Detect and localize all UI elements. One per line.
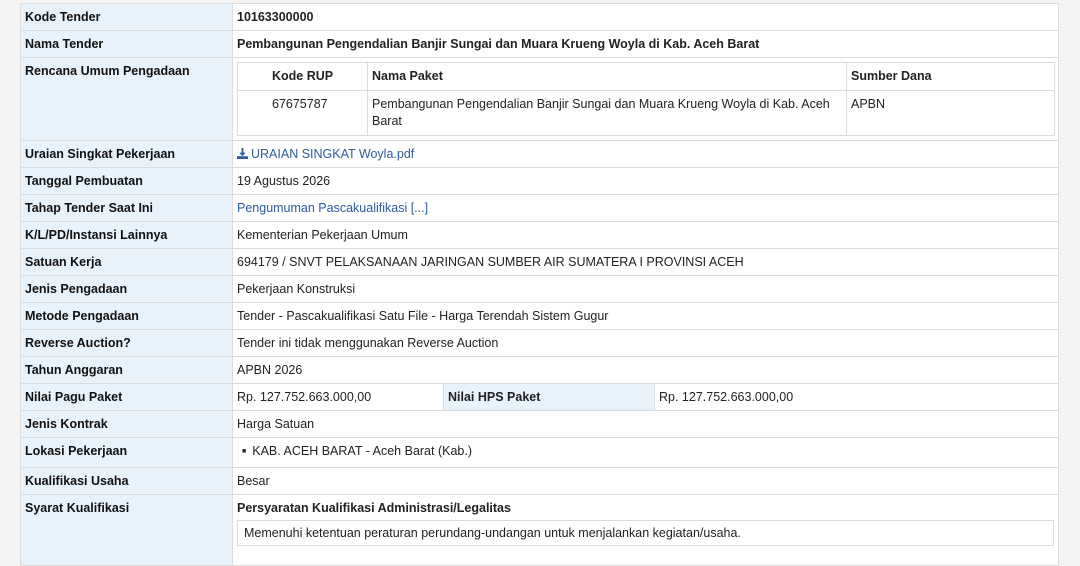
row-satker: Satuan Kerja 694179 / SNVT PELAKSANAAN J… xyxy=(20,248,1059,276)
row-lokasi: Lokasi Pekerjaan KAB. ACEH BARAT - Aceh … xyxy=(20,437,1059,468)
rup-header-kode: Kode RUP xyxy=(237,62,368,91)
label-nama-tender: Nama Tender xyxy=(20,30,233,58)
value-pagu-group: Rp. 127.752.663.000,00 Nilai HPS Paket R… xyxy=(232,383,1059,411)
uraian-file-name: URAIAN SINGKAT Woyla.pdf xyxy=(251,147,415,161)
row-jenis-pengadaan: Jenis Pengadaan Pekerjaan Konstruksi xyxy=(20,275,1059,303)
rup-data-row: 67675787 Pembangunan Pengendalian Banjir… xyxy=(237,90,1055,136)
label-jenis-pengadaan: Jenis Pengadaan xyxy=(20,275,233,303)
value-pagu: Rp. 127.752.663.000,00 xyxy=(233,384,444,410)
label-kualifikasi: Kualifikasi Usaha xyxy=(20,467,233,495)
label-satker: Satuan Kerja xyxy=(20,248,233,276)
row-tahun: Tahun Anggaran APBN 2026 xyxy=(20,356,1059,384)
lokasi-list: KAB. ACEH BARAT - Aceh Barat (Kab.) xyxy=(237,443,1054,462)
value-tanggal: 19 Agustus 2026 xyxy=(232,167,1059,195)
download-icon xyxy=(237,148,248,159)
value-metode: Tender - Pascakualifikasi Satu File - Ha… xyxy=(232,302,1059,330)
value-kontrak: Harga Satuan xyxy=(232,410,1059,438)
label-kontrak: Jenis Kontrak xyxy=(20,410,233,438)
label-pagu: Nilai Pagu Paket xyxy=(20,383,233,411)
label-metode: Metode Pengadaan xyxy=(20,302,233,330)
value-nama-tender: Pembangunan Pengendalian Banjir Sungai d… xyxy=(232,30,1059,58)
value-rup: Kode RUP Nama Paket Sumber Dana 67675787… xyxy=(232,57,1059,141)
label-rup: Rencana Umum Pengadaan xyxy=(20,57,233,141)
rup-header-sumber: Sumber Dana xyxy=(846,62,1055,91)
rup-header-nama: Nama Paket xyxy=(367,62,847,91)
row-rup: Rencana Umum Pengadaan Kode RUP Nama Pak… xyxy=(20,57,1059,141)
rup-kode: 67675787 xyxy=(237,90,368,136)
label-klpd: K/L/PD/Instansi Lainnya xyxy=(20,221,233,249)
rup-header-row: Kode RUP Nama Paket Sumber Dana xyxy=(237,62,1055,91)
value-syarat: Persyaratan Kualifikasi Administrasi/Leg… xyxy=(232,494,1059,566)
value-klpd: Kementerian Pekerjaan Umum xyxy=(232,221,1059,249)
label-hps: Nilai HPS Paket xyxy=(444,384,655,410)
label-tanggal: Tanggal Pembuatan xyxy=(20,167,233,195)
rup-nama: Pembangunan Pengendalian Banjir Sungai d… xyxy=(367,90,847,136)
label-tahap: Tahap Tender Saat Ini xyxy=(20,194,233,222)
value-uraian: URAIAN SINGKAT Woyla.pdf xyxy=(232,140,1059,168)
row-nama-tender: Nama Tender Pembangunan Pengendalian Ban… xyxy=(20,30,1059,58)
value-jenis-pengadaan: Pekerjaan Konstruksi xyxy=(232,275,1059,303)
row-pagu: Nilai Pagu Paket Rp. 127.752.663.000,00 … xyxy=(20,383,1059,411)
syarat-item: Memenuhi ketentuan peraturan perundang-u… xyxy=(237,520,1054,546)
value-kualifikasi: Besar xyxy=(232,467,1059,495)
label-kode-tender: Kode Tender xyxy=(20,3,233,31)
rup-table: Kode RUP Nama Paket Sumber Dana 67675787… xyxy=(237,62,1055,136)
label-tahun: Tahun Anggaran xyxy=(20,356,233,384)
uraian-download-link[interactable]: URAIAN SINGKAT Woyla.pdf xyxy=(237,147,414,161)
row-tanggal: Tanggal Pembuatan 19 Agustus 2026 xyxy=(20,167,1059,195)
value-hps: Rp. 127.752.663.000,00 xyxy=(659,390,794,404)
row-klpd: K/L/PD/Instansi Lainnya Kementerian Peke… xyxy=(20,221,1059,249)
row-metode: Metode Pengadaan Tender - Pascakualifika… xyxy=(20,302,1059,330)
value-tahun: APBN 2026 xyxy=(232,356,1059,384)
row-syarat: Syarat Kualifikasi Persyaratan Kualifika… xyxy=(20,494,1059,566)
row-tahap: Tahap Tender Saat Ini Pengumuman Pascaku… xyxy=(20,194,1059,222)
value-reverse-auction: Tender ini tidak menggunakan Reverse Auc… xyxy=(232,329,1059,357)
value-satker: 694179 / SNVT PELAKSANAAN JARINGAN SUMBE… xyxy=(232,248,1059,276)
label-reverse-auction: Reverse Auction? xyxy=(20,329,233,357)
rup-sumber: APBN xyxy=(846,90,1055,136)
row-kode-tender: Kode Tender 10163300000 xyxy=(20,3,1059,31)
row-kontrak: Jenis Kontrak Harga Satuan xyxy=(20,410,1059,438)
value-kode-tender: 10163300000 xyxy=(232,3,1059,31)
tender-detail-panel: Kode Tender 10163300000 Nama Tender Pemb… xyxy=(20,3,1059,566)
lokasi-item: KAB. ACEH BARAT - Aceh Barat (Kab.) xyxy=(252,443,1054,462)
value-tahap: Pengumuman Pascakualifikasi [...] xyxy=(232,194,1059,222)
label-syarat: Syarat Kualifikasi xyxy=(20,494,233,566)
tender-info-table: Kode Tender 10163300000 Nama Tender Pemb… xyxy=(20,3,1059,566)
syarat-heading: Persyaratan Kualifikasi Administrasi/Leg… xyxy=(237,501,511,515)
row-kualifikasi: Kualifikasi Usaha Besar xyxy=(20,467,1059,495)
row-reverse-auction: Reverse Auction? Tender ini tidak menggu… xyxy=(20,329,1059,357)
row-uraian: Uraian Singkat Pekerjaan URAIAN SINGKAT … xyxy=(20,140,1059,168)
label-uraian: Uraian Singkat Pekerjaan xyxy=(20,140,233,168)
value-lokasi: KAB. ACEH BARAT - Aceh Barat (Kab.) xyxy=(232,437,1059,468)
tahap-link[interactable]: Pengumuman Pascakualifikasi [...] xyxy=(237,201,428,215)
label-lokasi: Lokasi Pekerjaan xyxy=(20,437,233,468)
